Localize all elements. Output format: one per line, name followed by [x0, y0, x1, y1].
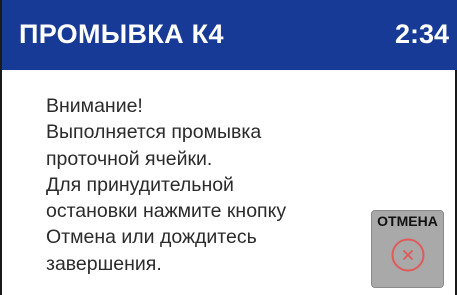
message-line: Выполняется промывка	[46, 121, 262, 144]
message-line: Внимание!	[46, 95, 143, 117]
message-line: Для принудительной	[46, 173, 234, 196]
countdown-timer: 2:34	[394, 19, 449, 49]
dialog-window: ПРОМЫВКА К4 2:34 Внимание! Выполняется п…	[0, 0, 457, 295]
header-bar: ПРОМЫВКА К4 2:34	[2, 0, 457, 70]
warning-message: Внимание! Выполняется промывка проточной…	[46, 93, 346, 277]
cancel-button-label: ОТМЕНА	[377, 213, 438, 229]
page-title: ПРОМЫВКА К4	[19, 19, 224, 49]
cancel-button[interactable]: ОТМЕНА	[371, 210, 444, 288]
message-line: проточной ячейки.	[46, 147, 213, 170]
message-line: остановки нажмите кнопку	[46, 200, 287, 223]
close-circle-icon	[391, 238, 425, 272]
message-line: Отмена или дождитесь	[46, 226, 257, 249]
message-line: завершения.	[46, 252, 162, 275]
